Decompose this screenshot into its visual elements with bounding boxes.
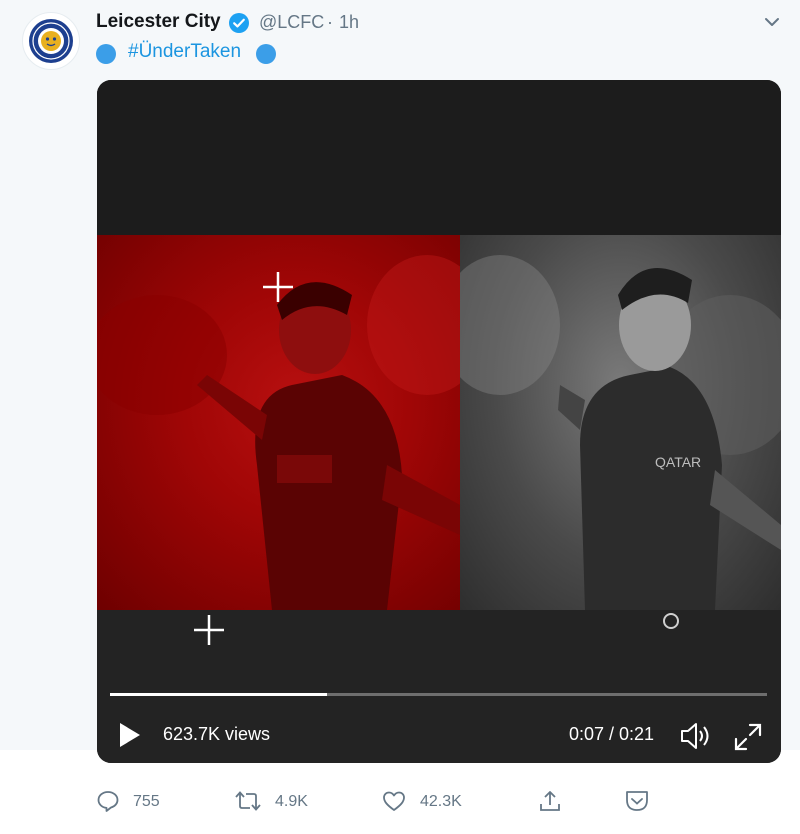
chevron-down-icon[interactable] [762, 12, 782, 37]
video-progress-bar[interactable] [110, 693, 767, 696]
circle-marker-icon [663, 613, 679, 629]
svg-text:QATAR: QATAR [655, 454, 701, 470]
video-frame-right-gray: QATAR [460, 235, 781, 610]
like-button[interactable]: 42.3K [382, 789, 472, 817]
video-timecode: 0:07 / 0:21 [569, 724, 655, 744]
blue-circle-emoji-icon [256, 44, 276, 64]
verified-badge-icon [228, 12, 250, 39]
separator-dot: · [327, 12, 333, 32]
heart-icon [383, 791, 405, 811]
video-progress-fill [110, 693, 327, 696]
volume-button[interactable] [679, 720, 713, 757]
play-button[interactable] [117, 721, 143, 754]
share-icon [540, 791, 560, 811]
like-count: 42.3K [420, 793, 462, 810]
view-count: 623.7K views [163, 724, 271, 744]
crosshair-plus-icon [194, 615, 224, 645]
pocket-icon [626, 791, 648, 811]
pocket-button[interactable] [624, 789, 650, 817]
avatar[interactable] [22, 12, 80, 70]
play-icon [120, 723, 140, 747]
crosshair-plus-icon [263, 272, 293, 302]
expand-icon [734, 723, 762, 751]
reply-icon [97, 791, 119, 812]
share-button[interactable] [538, 789, 562, 817]
retweet-count: 4.9K [275, 793, 308, 810]
fullscreen-button[interactable] [733, 722, 763, 757]
blue-circle-emoji-icon [96, 44, 116, 64]
player-photo-image: QATAR [460, 255, 781, 610]
reply-button[interactable]: 755 [96, 789, 176, 817]
video-letterbox-top [97, 80, 781, 235]
retweet-icon [235, 791, 261, 811]
volume-icon [681, 723, 709, 749]
author-name[interactable]: Leicester City [96, 11, 221, 33]
tweet-timestamp[interactable]: 1h [339, 12, 359, 33]
author-handle[interactable]: @LCFC [259, 12, 324, 33]
retweet-button[interactable]: 4.9K [234, 789, 324, 817]
video-player[interactable]: QATAR 623.7K views 0:07 / 0:21 [97, 80, 781, 763]
tweet-action-bar: 755 4.9K 42.3K [0, 783, 800, 823]
leicester-city-crest-icon [29, 19, 73, 63]
hashtag-link[interactable]: #ÜnderTaken [128, 41, 241, 63]
reply-count: 755 [133, 793, 160, 810]
